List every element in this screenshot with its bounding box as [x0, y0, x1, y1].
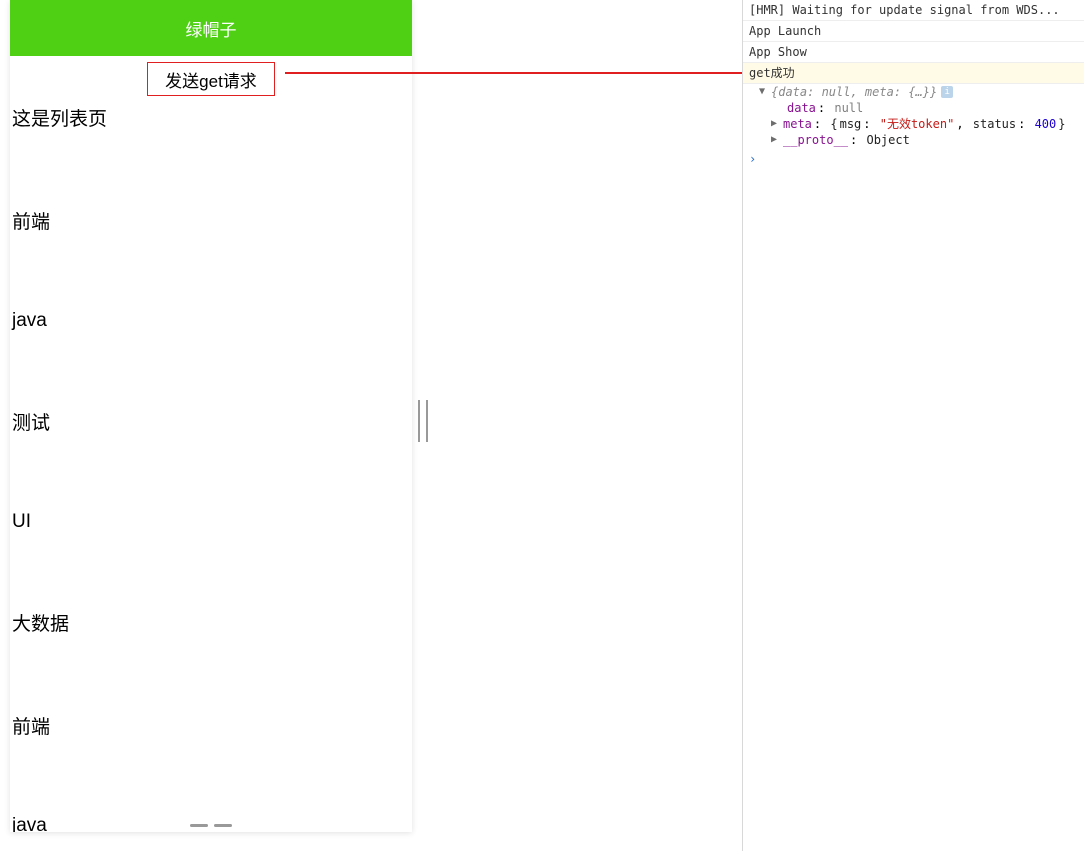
console-log-text: App Show [749, 45, 807, 59]
property-key: __proto__ [783, 132, 848, 148]
colon: : [850, 132, 864, 148]
list-content[interactable]: 这是列表页 前端 java 测试 UI 大数据 前端 java [10, 100, 412, 832]
info-icon[interactable]: i [941, 86, 953, 98]
list-item: 测试 [12, 408, 412, 435]
list-item: UI [12, 511, 412, 533]
colon: : [863, 116, 877, 132]
chevron-right-icon[interactable] [771, 116, 781, 132]
brace: } [1058, 116, 1065, 132]
list-header: 这是列表页 [12, 104, 412, 131]
property-key: meta [783, 116, 812, 132]
nav-title: 绿帽子 [186, 16, 237, 41]
list-item: java [12, 310, 412, 332]
console-log-row[interactable]: get成功 [743, 63, 1084, 84]
brace: { [830, 116, 837, 132]
nav-bar: 绿帽子 [10, 0, 412, 56]
list-item: 前端 [12, 712, 412, 739]
property-key: data [787, 100, 816, 116]
colon: : [818, 100, 832, 116]
simulator-window: 绿帽子 发送get请求 这是列表页 前端 java 测试 UI 大数据 前端 j… [10, 0, 412, 832]
property-value: Object [866, 132, 909, 148]
pane-resize-handle[interactable] [418, 400, 428, 442]
comma: , [956, 116, 970, 132]
property-value: null [834, 100, 863, 116]
inner-value: "无效token" [880, 116, 955, 132]
console-object-property[interactable]: meta : { msg : "无效token" , status : 400 … [743, 116, 1084, 132]
inner-value: 400 [1035, 116, 1057, 132]
inner-key: msg [840, 116, 862, 132]
send-get-button-label: 发送get请求 [165, 67, 257, 92]
list-item: 前端 [12, 207, 412, 234]
annotation-arrow-line [285, 72, 750, 74]
object-summary-text: {data: null, meta: {…}} [771, 84, 937, 100]
console-log-text: get成功 [749, 66, 795, 80]
send-get-button[interactable]: 发送get请求 [147, 62, 275, 96]
chevron-right-icon[interactable] [771, 132, 781, 148]
colon: : [814, 116, 828, 132]
console-log-row[interactable]: [HMR] Waiting for update signal from WDS… [743, 0, 1084, 21]
console-panel: [HMR] Waiting for update signal from WDS… [742, 0, 1084, 851]
console-log-text: App Launch [749, 24, 821, 38]
console-log-row[interactable]: App Show [743, 42, 1084, 63]
colon: : [1018, 116, 1032, 132]
console-prompt[interactable]: › [743, 148, 1084, 170]
console-object-summary[interactable]: {data: null, meta: {…}} i [743, 84, 1084, 100]
home-indicator-icon [190, 824, 232, 832]
console-object-property[interactable]: __proto__ : Object [743, 132, 1084, 148]
console-log-row[interactable]: App Launch [743, 21, 1084, 42]
console-object-property[interactable]: data : null [743, 100, 1084, 116]
chevron-down-icon[interactable] [759, 84, 769, 100]
list-item: 大数据 [12, 609, 412, 636]
console-log-text: [HMR] Waiting for update signal from WDS… [749, 3, 1060, 17]
inner-key: status [973, 116, 1016, 132]
prompt-icon: › [749, 152, 756, 166]
